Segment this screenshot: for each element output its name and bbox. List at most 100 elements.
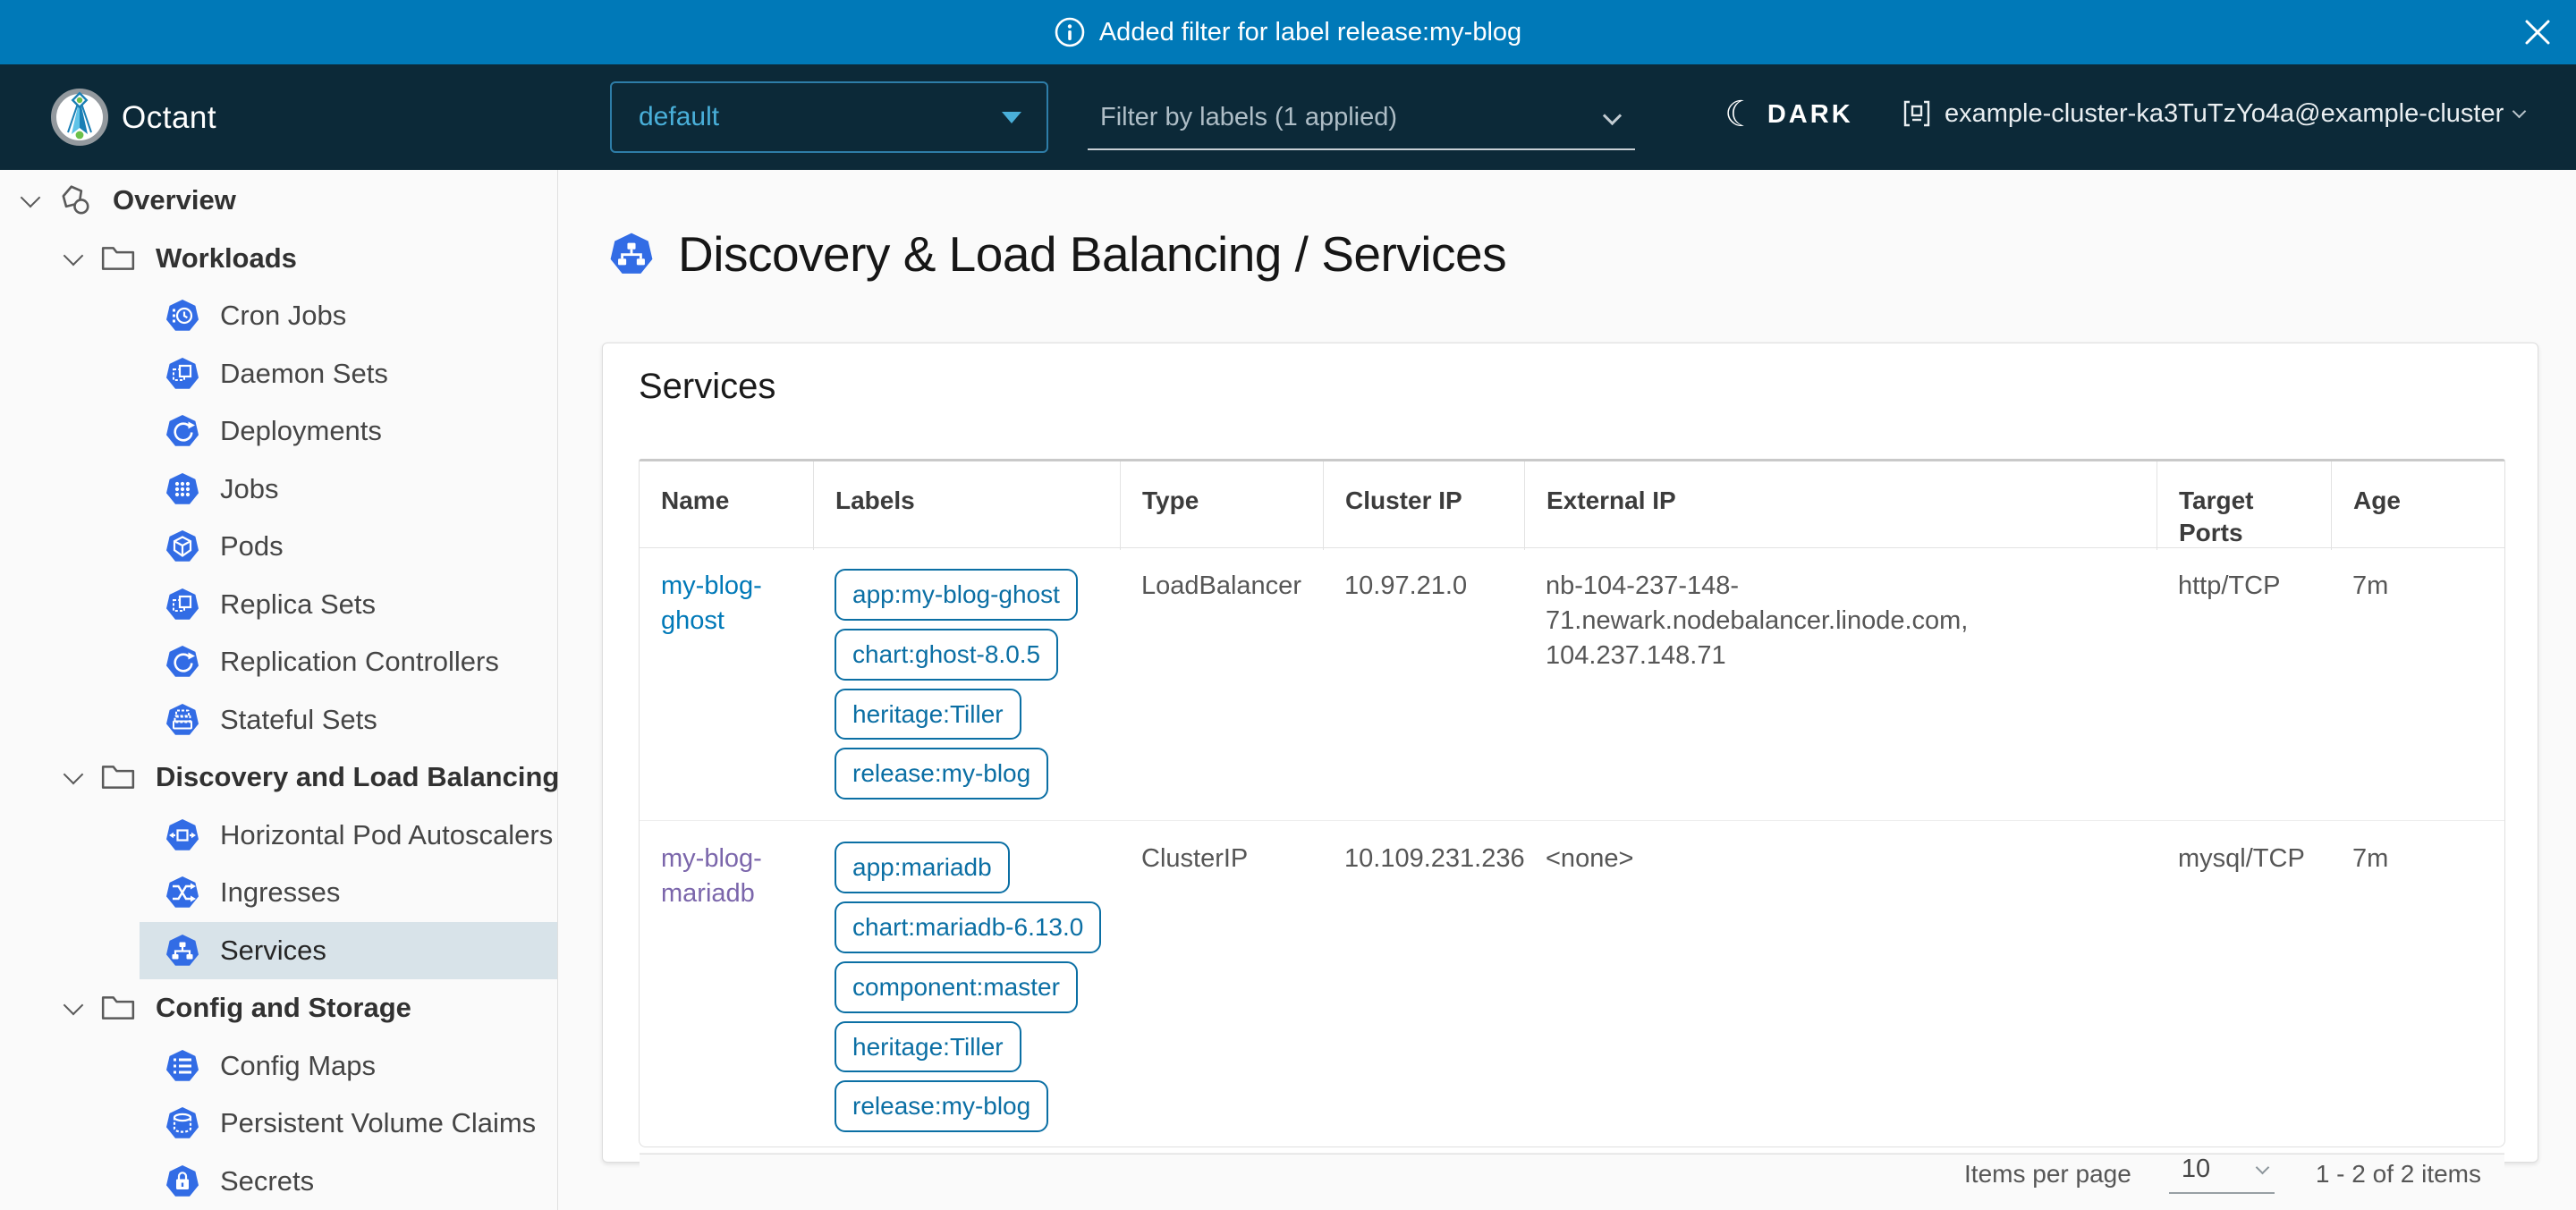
cell-name: my-blog-ghost <box>640 548 813 820</box>
chevron-down-icon[interactable] <box>64 765 84 785</box>
services-card: Services NameLabelsTypeCluster IPExterna… <box>602 343 2538 1163</box>
sidebar-item-label: Daemon Sets <box>220 358 388 390</box>
jobs-icon <box>165 471 200 507</box>
services-icon <box>608 231 655 277</box>
sidebar-item-label: Replication Controllers <box>220 646 499 678</box>
page-title-text: Discovery & Load Balancing / Services <box>678 225 1506 283</box>
label-pill[interactable]: heritage:Tiller <box>835 1021 1021 1073</box>
sidebar-item-ingresses[interactable]: Ingresses <box>0 864 557 922</box>
stateful-sets-icon <box>165 702 200 738</box>
persistent-volume-claims-icon <box>165 1105 200 1141</box>
chevron-down-icon[interactable] <box>64 245 84 266</box>
label-pill[interactable]: release:my-blog <box>835 1080 1048 1132</box>
sidebar-item-horizontal-pod-autoscalers[interactable]: Horizontal Pod Autoscalers <box>0 807 557 865</box>
label-pill[interactable]: heritage:Tiller <box>835 689 1021 740</box>
cluster-context-dropdown[interactable]: example-cluster-ka3TuTzYo4a@example-clus… <box>1902 98 2524 129</box>
sidebar-item-persistent-volume-claims[interactable]: Persistent Volume Claims <box>0 1095 557 1153</box>
pagination-range: 1 - 2 of 2 items <box>2316 1160 2481 1189</box>
ingresses-icon <box>165 875 200 910</box>
label-pill[interactable]: app:mariadb <box>835 842 1010 893</box>
sidebar-item-label: Pods <box>220 530 284 563</box>
sidebar-item-cron-jobs[interactable]: Cron Jobs <box>0 287 557 345</box>
table-row: my-blog-ghost app:my-blog-ghost chart:ghos… <box>640 548 2504 821</box>
sidebar-item-deployments[interactable]: Deployments <box>0 402 557 461</box>
sidebar-item-label: Persistent Volume Claims <box>220 1107 536 1139</box>
chevron-down-icon <box>2512 104 2527 118</box>
cell-external-ip: nb-104-237-148-71.newark.nodebalancer.li… <box>1524 548 2157 820</box>
sidebar-item-overview[interactable]: Overview <box>0 172 557 230</box>
chevron-down-icon[interactable] <box>64 995 84 1016</box>
moon-icon: ☾ <box>1724 97 1757 132</box>
cell-age: 7m <box>2331 821 2504 1153</box>
sidebar-item-discovery-and-load-balancing[interactable]: Discovery and Load Balancing <box>0 749 557 807</box>
sidebar-item-label: Overview <box>113 184 236 216</box>
pods-icon <box>165 529 200 564</box>
label-pill[interactable]: component:master <box>835 961 1078 1013</box>
column-header-type: Type <box>1120 461 1323 550</box>
sidebar-item-label: Workloads <box>156 242 297 275</box>
label-filter-dropdown[interactable]: Filter by labels (1 applied) <box>1088 91 1635 150</box>
sidebar-item-label: Ingresses <box>220 876 340 909</box>
cron-jobs-icon <box>165 298 200 334</box>
folder-icon <box>100 759 136 795</box>
sidebar-item-services[interactable]: Services <box>0 922 557 980</box>
services-icon <box>165 933 200 969</box>
sidebar-item-config-maps[interactable]: Config Maps <box>0 1037 557 1096</box>
cell-type: LoadBalancer <box>1120 548 1323 820</box>
service-link[interactable]: my-blog-mariadb <box>661 844 762 908</box>
label-pill[interactable]: release:my-blog <box>835 748 1048 800</box>
chevron-down-icon <box>1603 106 1622 124</box>
sidebar-item-label: Secrets <box>220 1165 314 1197</box>
config-maps-icon <box>165 1048 200 1084</box>
sidebar-item-stateful-sets[interactable]: Stateful Sets <box>0 691 557 749</box>
octant-logo <box>50 88 109 147</box>
cluster-context-value: example-cluster-ka3TuTzYo4a@example-clus… <box>1945 99 2504 129</box>
items-per-page-select[interactable]: 10 <box>2169 1155 2275 1194</box>
cell-type: ClusterIP <box>1120 821 1323 1153</box>
sidebar-item-label: Horizontal Pod Autoscalers <box>220 819 553 851</box>
column-header-age: Age <box>2331 461 2504 550</box>
replication-controllers-icon <box>165 644 200 680</box>
table-header-row: NameLabelsTypeCluster IPExternal IPTarge… <box>640 461 2504 548</box>
service-link[interactable]: my-blog-ghost <box>661 571 762 635</box>
horizontal-pod-autoscalers-icon <box>165 817 200 853</box>
sidebar-nav: Overview Workloads Cron Jobs Daemon Sets Dep… <box>0 170 558 1210</box>
chevron-down-icon <box>2256 1161 2270 1175</box>
table-row: my-blog-mariadb app:mariadb chart:mariadb-… <box>640 821 2504 1154</box>
sidebar-item-config-and-storage[interactable]: Config and Storage <box>0 979 557 1037</box>
applications-icon <box>57 182 93 218</box>
label-filter-value: Filter by labels (1 applied) <box>1100 103 1397 132</box>
sidebar-item-label: Config and Storage <box>156 992 411 1024</box>
sidebar-item-label: Jobs <box>220 473 278 505</box>
cell-external-ip: <none> <box>1524 821 2157 1153</box>
label-pill[interactable]: chart:ghost-8.0.5 <box>835 629 1058 681</box>
main-content: Discovery & Load Balancing / Services Se… <box>559 170 2576 1210</box>
deployments-icon <box>165 413 200 449</box>
close-icon[interactable] <box>2521 15 2555 49</box>
folder-icon <box>100 990 136 1026</box>
sidebar-item-pods[interactable]: Pods <box>0 518 557 576</box>
daemon-sets-icon <box>165 356 200 392</box>
label-pill[interactable]: chart:mariadb-6.13.0 <box>835 901 1101 953</box>
sidebar-item-secrets[interactable]: Secrets <box>0 1153 557 1210</box>
items-per-page-value: 10 <box>2182 1155 2210 1184</box>
column-header-name: Name <box>640 461 813 550</box>
sidebar-item-jobs[interactable]: Jobs <box>0 461 557 519</box>
cell-age: 7m <box>2331 548 2504 820</box>
sidebar-item-replication-controllers[interactable]: Replication Controllers <box>0 633 557 691</box>
namespace-select[interactable]: default <box>610 81 1048 153</box>
cell-cluster-ip: 10.97.21.0 <box>1323 548 1524 820</box>
sidebar-item-replica-sets[interactable]: Replica Sets <box>0 576 557 634</box>
sidebar-item-workloads[interactable]: Workloads <box>0 230 557 288</box>
sidebar-item-label: Replica Sets <box>220 588 376 621</box>
sidebar-item-label: Cron Jobs <box>220 300 346 332</box>
cell-name: my-blog-mariadb <box>640 821 813 1153</box>
sidebar-item-daemon-sets[interactable]: Daemon Sets <box>0 345 557 403</box>
label-pill[interactable]: app:my-blog-ghost <box>835 569 1078 621</box>
chevron-down-icon[interactable] <box>21 188 41 208</box>
table-footer: Items per page 10 1 - 2 of 2 items <box>640 1154 2504 1194</box>
sidebar-item-label: Config Maps <box>220 1050 376 1082</box>
folder-icon <box>100 241 136 276</box>
theme-toggle[interactable]: ☾ DARK <box>1724 97 1853 132</box>
cell-labels: app:my-blog-ghost chart:ghost-8.0.5 herita… <box>813 548 1120 820</box>
